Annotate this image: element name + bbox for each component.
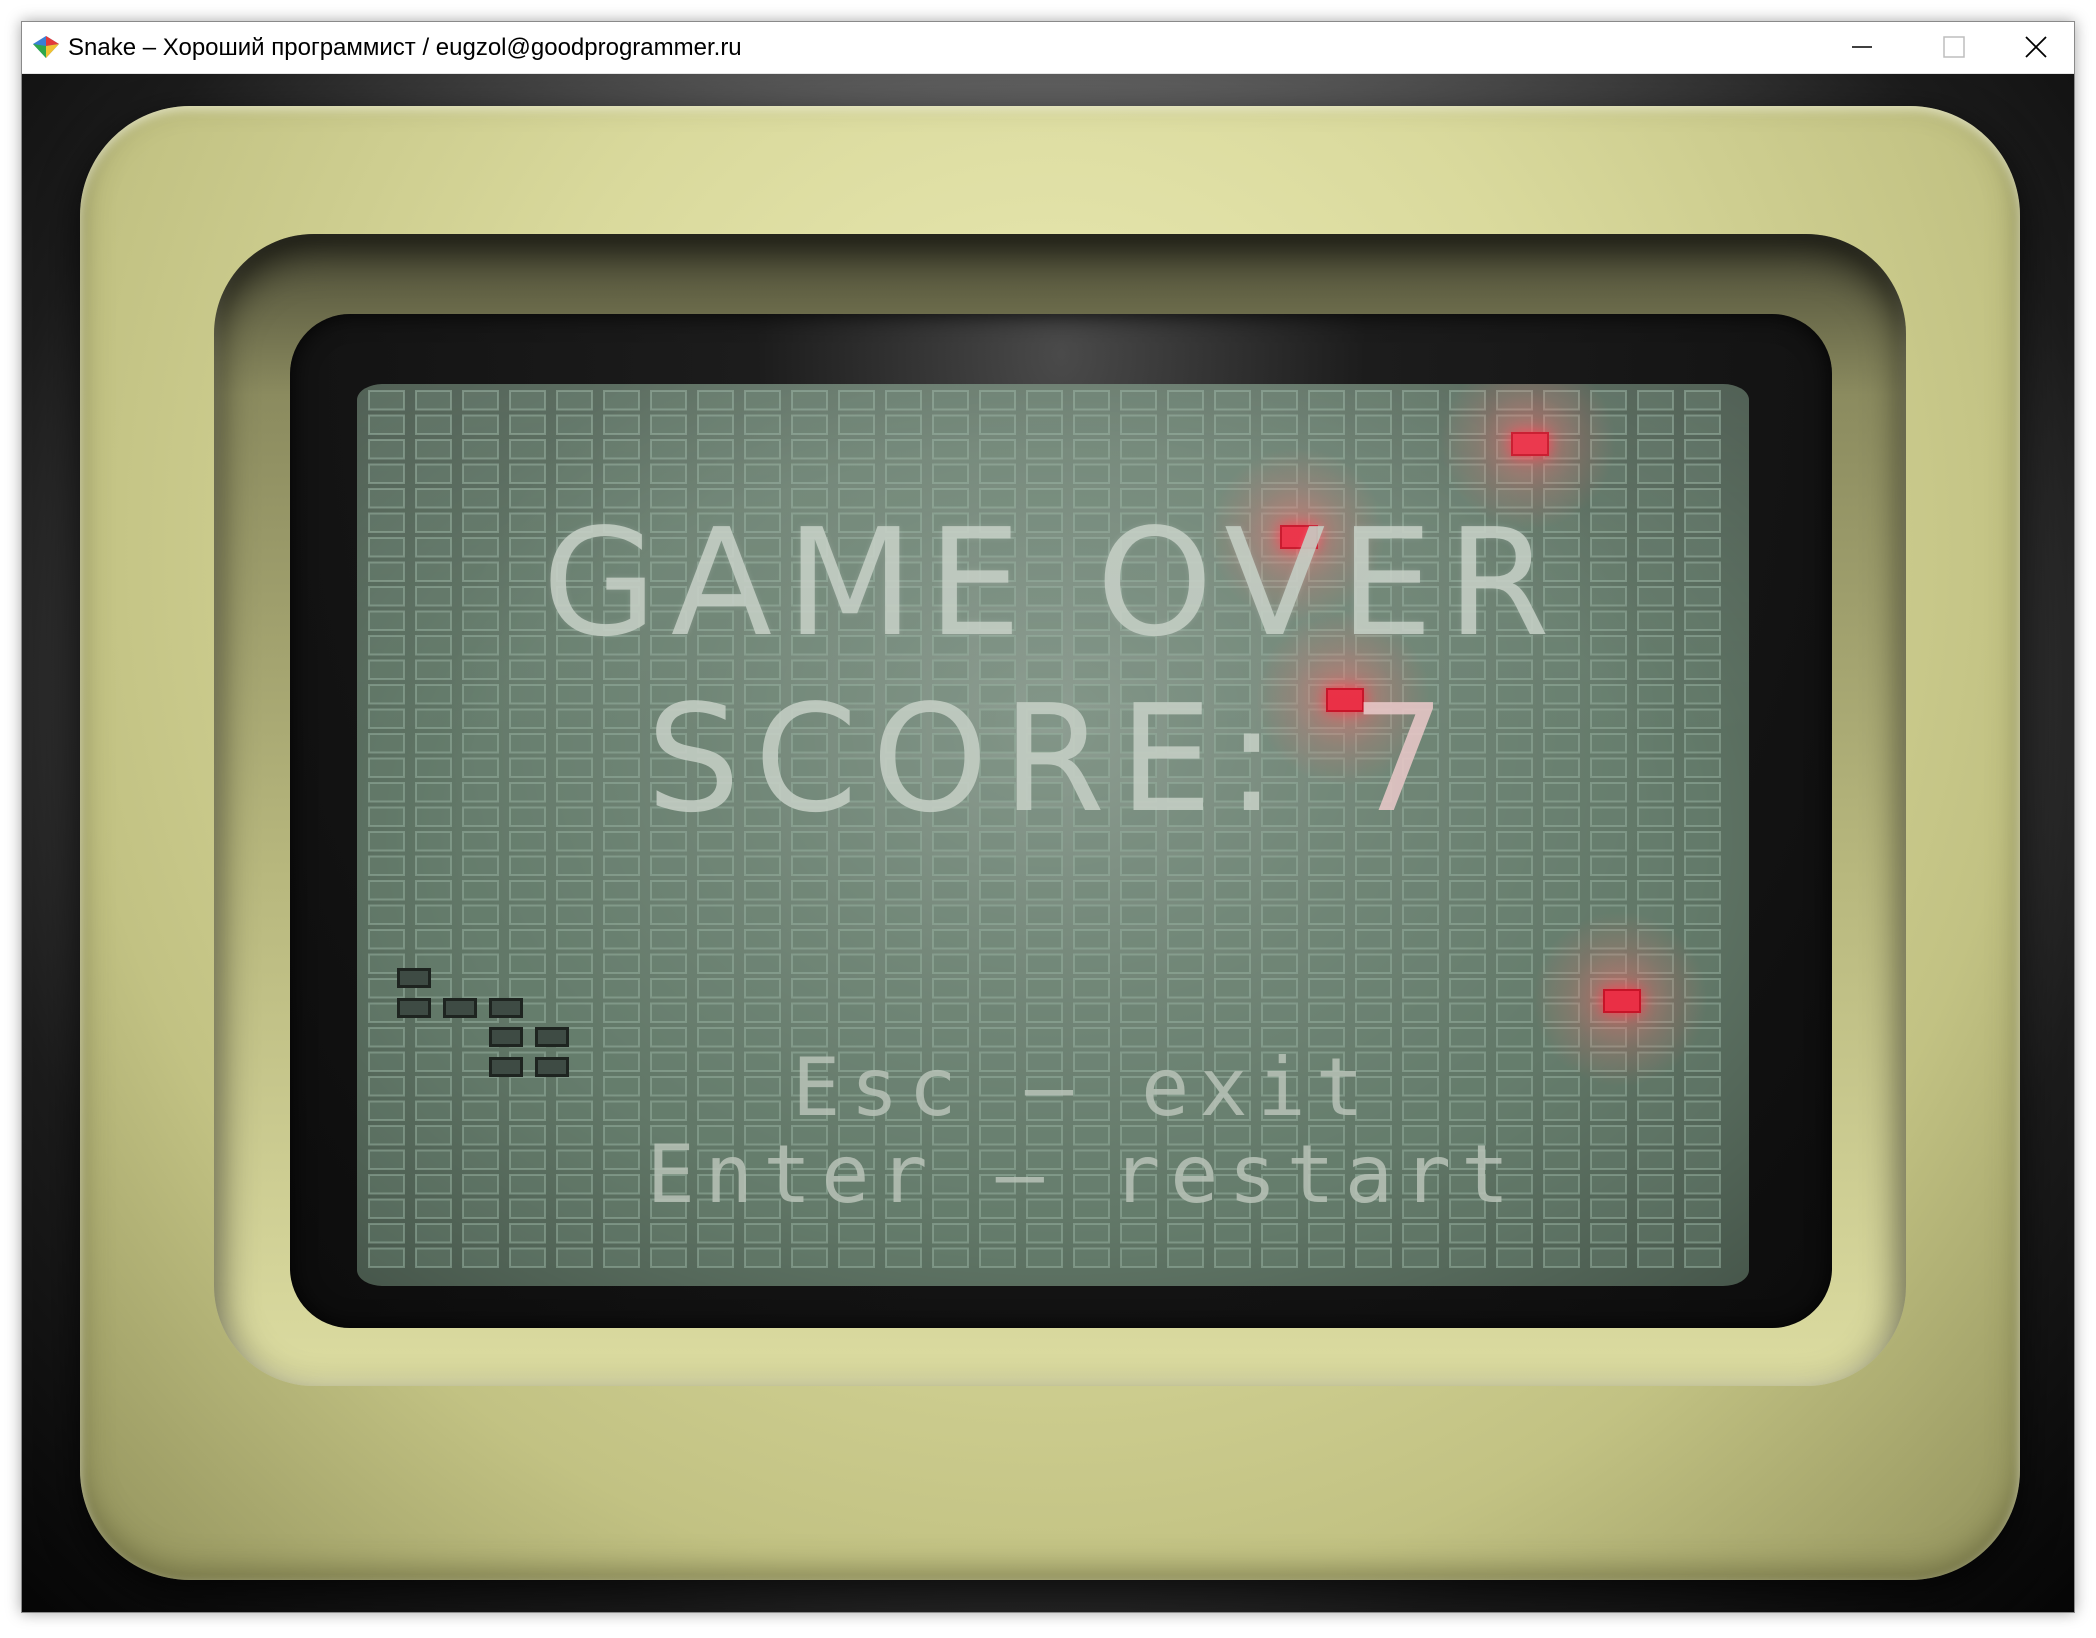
snake-segment — [535, 1027, 569, 1047]
snake-segment — [535, 1056, 569, 1077]
exit-hint: Esc – exit — [792, 1041, 1374, 1134]
app-logo-icon — [33, 36, 59, 58]
snake-segment — [489, 997, 523, 1018]
final-score: SCORE: 7 — [357, 674, 1749, 844]
restart-hint: Enter – restart — [646, 1128, 1520, 1221]
game-viewport: GAME OVER SCORE: 7 Esc – exit Enter – re… — [22, 74, 2074, 1612]
snake-segment — [397, 997, 431, 1018]
game-over-title: GAME OVER — [542, 497, 1564, 669]
close-button[interactable] — [2000, 22, 2074, 73]
maximize-button[interactable] — [1908, 22, 2000, 73]
game-screen: GAME OVER SCORE: 7 Esc – exit Enter – re… — [357, 384, 1749, 1286]
food-item — [1602, 989, 1641, 1014]
score-label: SCORE: — [646, 673, 1291, 845]
minimize-button[interactable] — [1816, 22, 1908, 73]
snake-segment — [397, 968, 431, 988]
game-window: Snake – Хороший программист / eugzol@goo… — [21, 21, 2075, 1613]
snake-segment — [443, 997, 477, 1018]
title-bar[interactable]: Snake – Хороший программист / eugzol@goo… — [22, 22, 2074, 74]
snake-segment — [489, 1056, 523, 1077]
maximize-icon — [1943, 36, 1965, 58]
close-icon — [2025, 36, 2047, 58]
window-title: Snake – Хороший программист / eugzol@goo… — [68, 34, 742, 61]
food-item — [1510, 432, 1549, 457]
snake-segment — [489, 1027, 523, 1047]
score-value: 7 — [1351, 673, 1460, 845]
minimize-icon — [1852, 46, 1872, 48]
